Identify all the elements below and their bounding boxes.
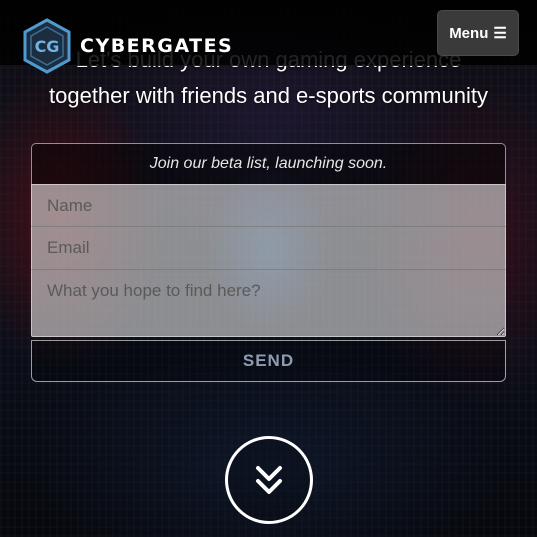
hamburger-icon: ☰ — [493, 24, 507, 42]
menu-button[interactable]: Menu ☰ — [437, 10, 519, 56]
tagline-line-2: together with friends and e-sports commu… — [49, 83, 488, 108]
hope-textarea[interactable] — [31, 270, 506, 337]
scroll-down-button[interactable] — [225, 436, 313, 524]
name-input[interactable] — [31, 184, 506, 227]
logo-letters: CG — [35, 37, 60, 56]
top-navbar: CG CYBERGATES Menu ☰ — [0, 0, 537, 74]
menu-label: Menu — [449, 24, 489, 42]
cybergates-logo-icon: CG — [23, 18, 71, 74]
brand-link[interactable]: CG CYBERGATES — [22, 17, 233, 75]
brand-name: CYBERGATES — [80, 35, 234, 57]
email-input[interactable] — [31, 227, 506, 270]
beta-signup-form: Join our beta list, launching soon. SEND — [31, 143, 506, 382]
double-chevron-down-icon — [256, 466, 282, 494]
send-button[interactable]: SEND — [31, 340, 506, 382]
beta-list-heading: Join our beta list, launching soon. — [31, 143, 506, 184]
